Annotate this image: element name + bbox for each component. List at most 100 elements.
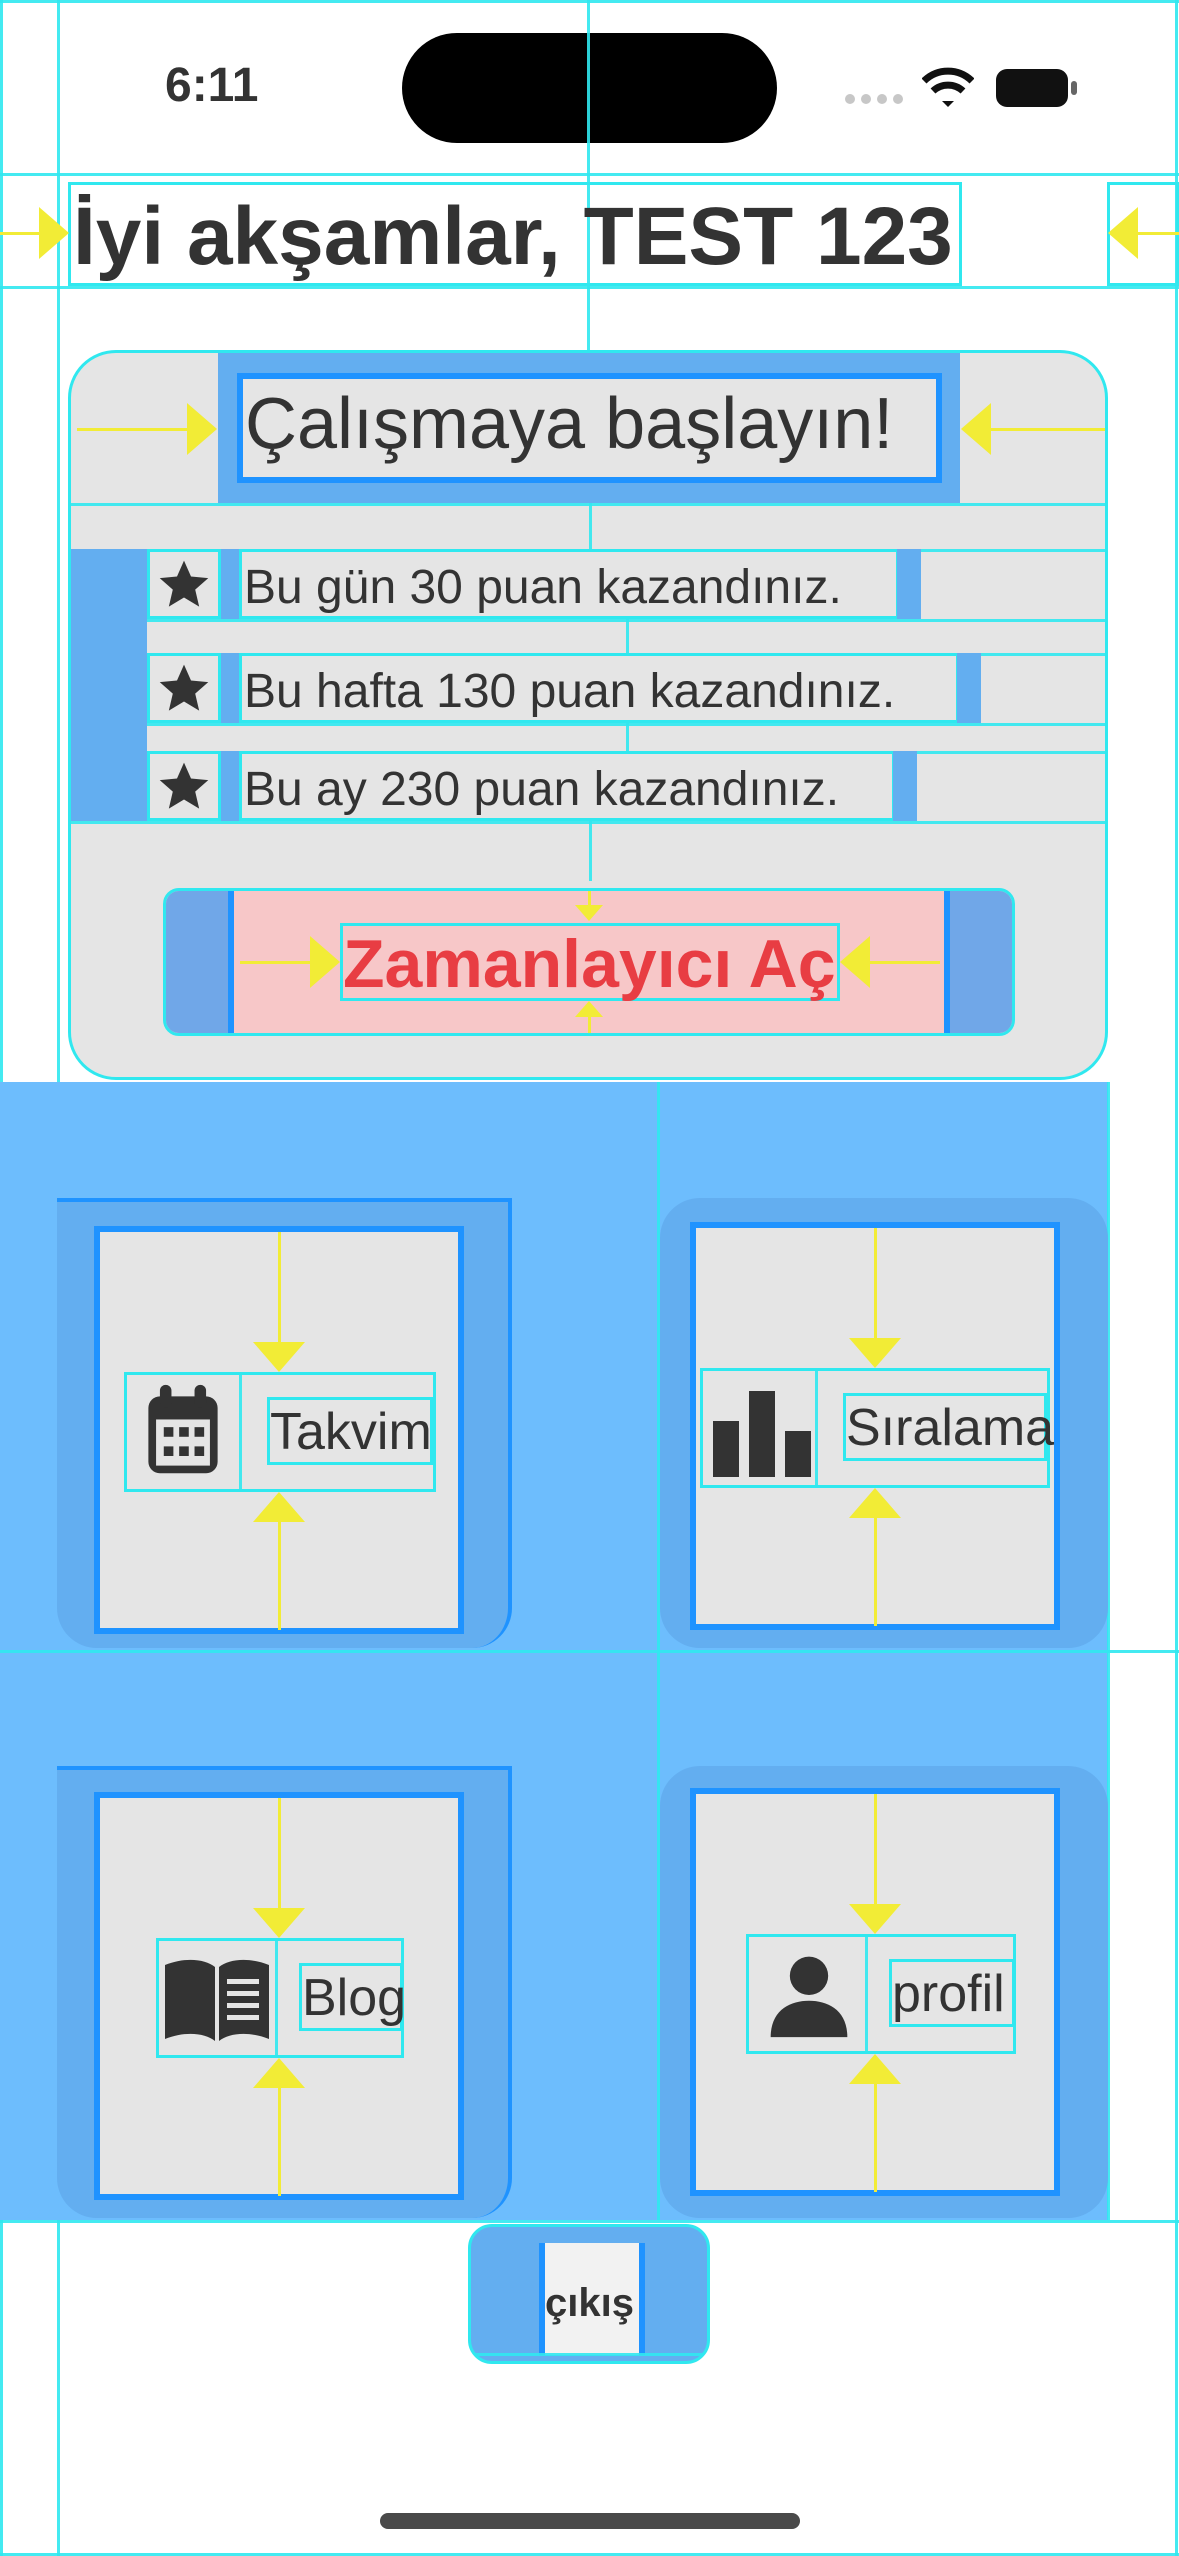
points-highlight-right <box>957 653 981 723</box>
timer-bottom-constraint <box>588 1015 591 1033</box>
calendar-tile[interactable]: Takvim <box>57 1198 512 1648</box>
logout-label: çıkış <box>545 2281 634 2325</box>
profile-label: profil <box>892 1965 1005 2023</box>
book-icon <box>161 1955 273 2045</box>
ranking-tile[interactable]: Sıralama <box>660 1198 1108 1648</box>
logout-bottom-guide <box>471 2353 707 2356</box>
page-title: İyi akşamlar, TEST 123 <box>73 191 953 282</box>
tile-content: profil <box>746 1934 1016 2054</box>
points-side-highlight <box>71 549 147 821</box>
layout-guide-top <box>0 0 1179 3</box>
status-time: 6:11 <box>165 59 259 112</box>
tile-bottom-arrow <box>849 2054 901 2084</box>
tile-top-arrow <box>849 1338 901 1368</box>
tile-bottom-constraint <box>874 2084 877 2192</box>
points-highlight-left <box>221 549 241 619</box>
timer-label-box: Zamanlayıcı Aç <box>340 923 840 1002</box>
start-card: Çalışmaya başlayın! Bu gün 30 puan kazan… <box>68 350 1108 1080</box>
tile-top-constraint <box>874 1228 877 1338</box>
tile-content-divider <box>239 1375 242 1489</box>
timer-button-right-highlight <box>944 891 1012 1033</box>
tile-bottom-constraint <box>278 2088 281 2196</box>
title-left-constraint <box>77 428 191 431</box>
title-right-arrow <box>961 403 991 455</box>
tile-inner: Blog <box>94 1792 464 2200</box>
daily-points-text: Bu gün 30 puan kazandınız. <box>244 561 842 614</box>
card-center-guide-2 <box>589 821 592 881</box>
calendar-label: Takvim <box>270 1403 432 1461</box>
points-row: Bu ay 230 puan kazandınız. <box>147 751 1105 821</box>
person-icon <box>763 1949 855 2041</box>
layout-guide-header-bottom <box>0 286 1179 289</box>
star-icon-frame <box>147 751 221 821</box>
tile-top-arrow <box>253 1342 305 1372</box>
points-text-box: Bu hafta 130 puan kazandınız. <box>239 653 959 723</box>
header-right-arrow <box>1108 207 1138 259</box>
grid-mid-guide <box>0 1650 1179 1653</box>
start-card-title: Çalışmaya başlayın! <box>245 384 894 464</box>
card-center-guide-3 <box>626 619 629 653</box>
title-right-constraint <box>991 428 1105 431</box>
ranking-label: Sıralama <box>846 1399 1055 1457</box>
layout-guide-right <box>1175 0 1178 2556</box>
start-title-box: Çalışmaya başlayın! <box>237 373 942 483</box>
wifi-icon <box>922 67 974 109</box>
star-icon-frame <box>147 549 221 619</box>
header-left-arrow <box>39 207 69 259</box>
timer-right-arrow <box>840 936 870 988</box>
calendar-icon <box>135 1381 235 1485</box>
blog-tile[interactable]: Blog <box>57 1766 512 2218</box>
tile-content-divider <box>815 1371 818 1485</box>
tile-inner: Takvim <box>94 1226 464 1634</box>
card-center-guide-4 <box>626 723 629 751</box>
tile-inner: profil <box>690 1788 1060 2196</box>
header-right-constraint <box>1138 232 1179 235</box>
tile-content: Blog <box>156 1938 407 2058</box>
tile-bottom-constraint <box>278 1522 281 1630</box>
points-text-box: Bu gün 30 puan kazandınız. <box>239 549 899 619</box>
points-highlight-right <box>893 751 917 821</box>
timer-right-constraint <box>870 961 940 964</box>
tile-label-box: profil <box>889 1959 1015 2027</box>
points-highlight-right <box>897 549 921 619</box>
points-row: Bu hafta 130 puan kazandınız. <box>147 653 1105 723</box>
tile-top-arrow <box>253 1908 305 1938</box>
star-icon-frame <box>147 653 221 723</box>
points-highlight-left <box>221 653 241 723</box>
timer-button-left-highlight <box>166 891 234 1033</box>
logout-button[interactable]: çıkış <box>468 2224 710 2364</box>
open-timer-button[interactable]: Zamanlayıcı Aç <box>163 888 1015 1036</box>
weekly-points-text: Bu hafta 130 puan kazandınız. <box>244 665 896 718</box>
layout-guide-grid-bottom <box>0 2220 1179 2223</box>
tile-content: Takvim <box>124 1372 436 1492</box>
layout-guide-header-top <box>0 173 1179 176</box>
tile-label-box: Sıralama <box>843 1393 1054 1461</box>
tile-content-divider <box>865 1937 868 2051</box>
tile-bottom-constraint <box>874 1518 877 1626</box>
timer-left-arrow <box>310 936 340 988</box>
points-row: Bu gün 30 puan kazandınız. <box>147 549 1105 619</box>
star-icon <box>159 560 209 607</box>
tile-bottom-arrow <box>253 1492 305 1522</box>
timer-bottom-arrow <box>575 1001 603 1017</box>
greeting-container: İyi akşamlar, TEST 123 <box>68 182 962 286</box>
tile-top-arrow <box>849 1904 901 1934</box>
tile-top-constraint <box>278 1232 281 1342</box>
tile-inner: Sıralama <box>690 1222 1060 1630</box>
monthly-points-text: Bu ay 230 puan kazandınız. <box>244 763 840 816</box>
battery-icon <box>995 68 1079 108</box>
timer-top-arrow <box>575 905 603 921</box>
tile-top-constraint <box>874 1794 877 1904</box>
tile-top-constraint <box>278 1798 281 1908</box>
profile-tile[interactable]: profil <box>660 1766 1108 2218</box>
tile-content: Sıralama <box>700 1368 1054 1488</box>
title-left-arrow <box>187 403 217 455</box>
tile-bottom-arrow <box>253 2058 305 2088</box>
logout-label-box: çıkış <box>539 2243 645 2355</box>
home-indicator[interactable] <box>380 2513 800 2529</box>
tile-label-box: Blog <box>299 1963 407 2031</box>
star-icon <box>159 762 209 809</box>
blog-label: Blog <box>302 1969 407 2027</box>
timer-left-constraint <box>240 961 310 964</box>
header-left-constraint <box>0 232 40 235</box>
